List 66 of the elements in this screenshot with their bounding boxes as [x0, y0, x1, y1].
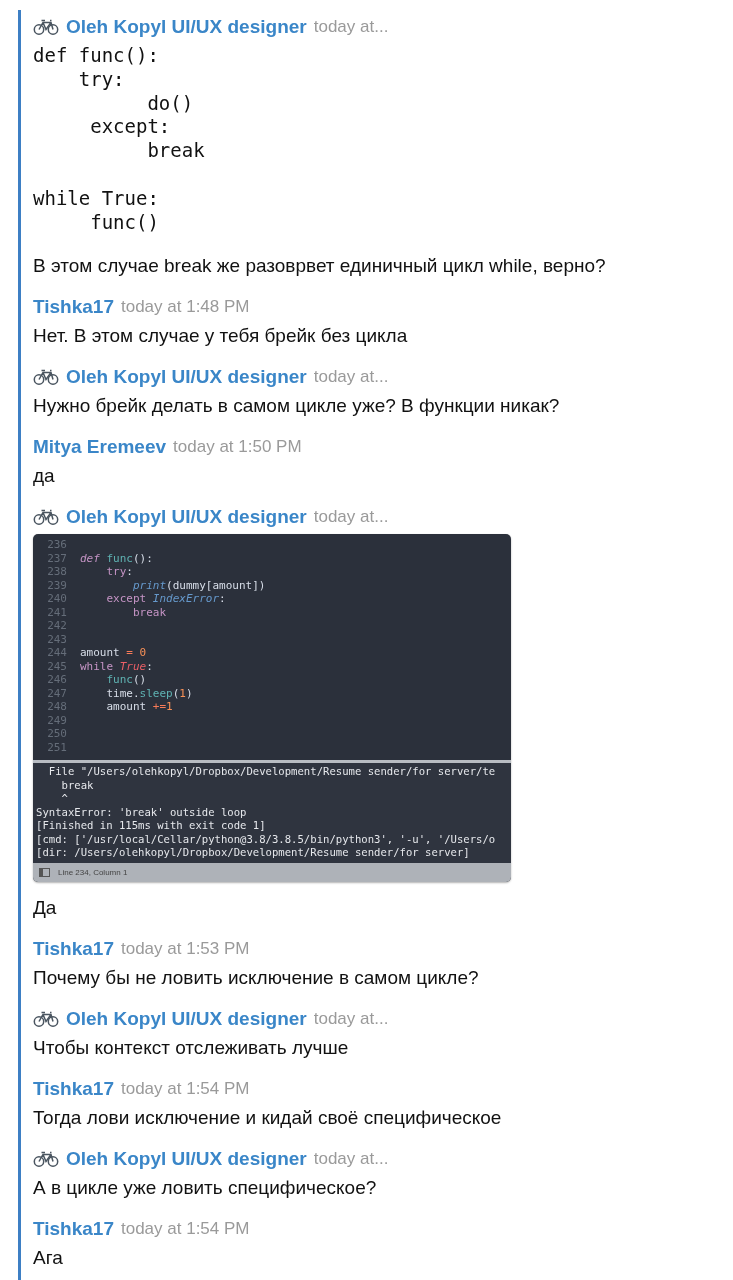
author-name[interactable]: Tishka17	[33, 1217, 114, 1240]
author-name[interactable]: Oleh Kopyl UI/UX designer	[66, 366, 307, 389]
message-text: Ага	[33, 1245, 64, 1270]
code-line: print(dummy[amount])	[131, 578, 266, 593]
line-number: 247	[46, 686, 67, 701]
author-name[interactable]: Oleh Kopyl UI/UX designer	[66, 506, 307, 529]
line-number: 236	[46, 538, 67, 552]
message-text: Нужно брейк делать в самом цикле уже? В функции никак?	[33, 394, 561, 419]
sidebar-toggle-icon[interactable]	[39, 867, 50, 877]
message-text: Да	[33, 895, 58, 920]
code-line: while True:	[80, 659, 153, 674]
line-number: 246	[46, 673, 67, 687]
author-name[interactable]: Oleh Kopyl UI/UX designer	[66, 16, 307, 38]
code-line: try:	[105, 565, 133, 579]
console-line: [dir: /Users/olehkopyl/Dropbox/Development/Resume sender/for server]	[36, 846, 471, 860]
line-number: 242	[46, 619, 67, 633]
author-name[interactable]: Tishka17	[33, 1077, 114, 1100]
line-number: 243	[46, 632, 67, 647]
author-name[interactable]: Oleh Kopyl UI/UX designer	[66, 1147, 307, 1170]
code-line: except IndexError:	[105, 592, 226, 606]
status-text: Line 234, Column 1	[58, 867, 128, 877]
code-line: amount = 0	[80, 646, 147, 660]
line-number: 245	[46, 659, 67, 674]
message-time: today at 1:54 PM	[121, 1078, 250, 1099]
author-name[interactable]: Oleh Kopyl UI/UX designer	[66, 1007, 307, 1030]
message-text: В этом случае break же разоврвет единичный цикл while, верно?	[33, 254, 607, 279]
author-name[interactable]: Tishka17	[33, 296, 114, 319]
author-name[interactable]: Tishka17	[33, 937, 114, 960]
message-time: today at...	[313, 17, 389, 37]
line-number: 239	[46, 578, 67, 593]
console-line: ^	[60, 792, 69, 806]
message-time: today at...	[313, 1008, 389, 1029]
line-number: 241	[46, 605, 67, 620]
console-line: SyntaxError: 'break' outside loop	[36, 805, 248, 820]
line-number: 248	[46, 700, 67, 714]
message-text: Почему бы не ловить исключение в самом цикле?	[33, 965, 480, 990]
message-time: today at...	[313, 1148, 389, 1169]
code-line: break	[131, 605, 167, 620]
code-line: amount +=1	[105, 700, 173, 714]
line-number: 244	[46, 646, 67, 660]
line-number: 237	[46, 551, 67, 566]
message-time: today at...	[313, 507, 389, 528]
message-text: Нет. В этом случае у тебя брейк без цикла	[33, 324, 409, 349]
line-number: 251	[46, 740, 67, 755]
message-time: today at...	[313, 367, 389, 388]
message-text: да	[33, 464, 56, 489]
code-line: time.sleep(1)	[105, 686, 193, 701]
code-line: func()	[105, 673, 147, 687]
line-number: 249	[46, 713, 67, 728]
code-line: def func():	[80, 551, 153, 566]
message-time: today at 1:53 PM	[121, 938, 250, 959]
message-text: Тогда лови исключение и кидай своё специфическое	[33, 1105, 503, 1130]
message-time: today at 1:54 PM	[121, 1218, 250, 1239]
console-line: [Finished in 115ms with exit code 1]	[36, 819, 267, 833]
line-number: 240	[46, 592, 67, 606]
console-line: File "/Users/olehkopyl/Dropbox/Development/Resume sender/for server/te	[47, 765, 497, 779]
message-text: Чтобы контекст отслеживать лучше	[33, 1035, 350, 1060]
message-time: today at 1:48 PM	[121, 297, 250, 318]
author-name[interactable]: Mitya Eremeev	[33, 436, 167, 459]
line-number: 250	[46, 727, 67, 741]
message-text: А в цикле уже ловить специфическое?	[33, 1175, 378, 1200]
message-time: today at 1:50 PM	[173, 437, 302, 458]
line-number: 238	[46, 565, 67, 579]
code-snippet: def func(): try: do() except: break while True: func()	[33, 44, 206, 235]
console-line: break	[60, 778, 95, 793]
console-line: [cmd: ['/usr/local/Cellar/python@3.8/3.8.5/bin/python3', '-u', '/Users/o	[36, 832, 497, 847]
